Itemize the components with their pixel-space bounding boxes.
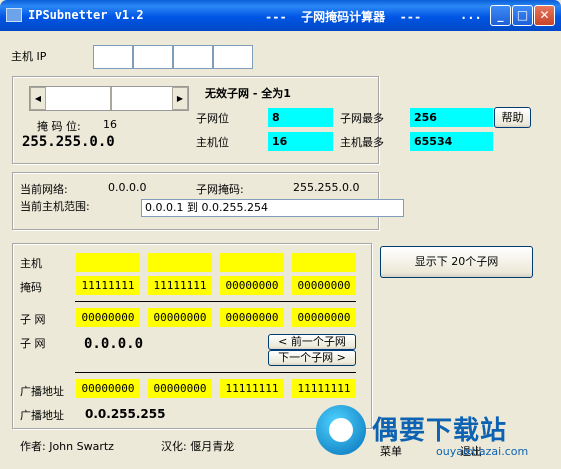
current-network-value: 0.0.0.0 (108, 181, 147, 194)
minimize-button[interactable]: _ (490, 5, 511, 26)
broadcast-ip-label: 广播地址 (20, 409, 64, 422)
subnet-mask-value: 255.255.0.0 (293, 181, 360, 194)
divider-line (75, 301, 356, 302)
host-bits-label: 主机位 (196, 136, 229, 149)
close-button[interactable]: ✕ (534, 5, 555, 26)
max-hosts-value: 65534 (410, 132, 493, 151)
subnet-row-label: 子 网 (20, 313, 46, 326)
subnet-ip-label: 子 网 (20, 337, 46, 350)
max-subnets-label: 子网最多 (340, 112, 384, 125)
host-ip-label: 主机 IP (11, 50, 47, 63)
host-cell-2 (148, 253, 212, 272)
max-hosts-label: 主机最多 (340, 136, 384, 149)
next-subnet-button[interactable]: 下一个子网 > (268, 350, 356, 366)
prev-subnet-button[interactable]: < 前一个子网 (268, 334, 356, 350)
subnet-bits-value: 8 (268, 108, 333, 127)
subnet-mask-label: 子网掩码: (196, 183, 244, 196)
subnet-cell-2: 00000000 (148, 308, 212, 327)
host-row-label: 主机 (20, 257, 42, 270)
broadcast-cell-3: 11111111 (220, 379, 284, 398)
subnet-ip-value: 0.0.0.0 (84, 336, 144, 352)
subnet-cell-4: 00000000 (292, 308, 356, 327)
watermark: 偶要下载站 ouyaoxiazai.com (316, 405, 556, 465)
host-cell-4 (292, 253, 356, 272)
watermark-text: 偶要下载站 (372, 416, 508, 446)
translator-label: 汉化: 偃月青龙 (161, 440, 235, 453)
host-cell-1 (76, 253, 140, 272)
watermark-url: ouyaoxiazai.com (436, 445, 529, 458)
current-network-label: 当前网络: (20, 183, 68, 196)
show-next-subnets-button[interactable]: 显示下 20个子网 (380, 246, 533, 278)
author-label: 作者: John Swartz (20, 440, 114, 453)
divider-line-2 (75, 372, 356, 373)
mask-cell-4: 00000000 (292, 276, 356, 295)
ip-octet-1[interactable] (93, 45, 133, 69)
mask-row-label: 掩码 (20, 281, 42, 294)
title-bar[interactable]: IPSubnetter v1.2 --- 子网掩码计算器 --- ... _ □… (0, 0, 561, 31)
window-title: IPSubnetter v1.2 (28, 8, 144, 22)
host-cell-3 (220, 253, 284, 272)
maximize-button[interactable]: □ (512, 5, 533, 26)
ip-octet-4[interactable] (213, 45, 253, 69)
help-button[interactable]: 帮助 (494, 107, 531, 128)
mask-cell-3: 00000000 (220, 276, 284, 295)
window-title-dots: ... (460, 8, 482, 22)
host-bits-value: 16 (268, 132, 333, 151)
app-icon (6, 8, 22, 22)
subnet-cell-1: 00000000 (76, 308, 140, 327)
mask-cell-2: 11111111 (148, 276, 212, 295)
mask-scrollbar[interactable]: ◀ ▶ (29, 86, 189, 111)
host-range-label: 当前主机范围: (20, 200, 90, 213)
ip-octet-2[interactable] (133, 45, 173, 69)
scroll-right-icon[interactable]: ▶ (172, 87, 188, 110)
host-range-field[interactable]: 0.0.0.1 到 0.0.255.254 (141, 199, 404, 217)
ip-octet-3[interactable] (173, 45, 213, 69)
subnet-bits-label: 子网位 (196, 112, 229, 125)
subnet-cell-3: 00000000 (220, 308, 284, 327)
mask-bits-value: 16 (103, 118, 117, 131)
broadcast-cell-1: 00000000 (76, 379, 140, 398)
mask-bits-label: 掩 码 位: (37, 120, 81, 133)
broadcast-row-label: 广播地址 (20, 385, 64, 398)
watermark-logo-icon (316, 405, 366, 455)
max-subnets-value: 256 (410, 108, 493, 127)
invalid-subnet-heading: 无效子网 - 全为1 (205, 87, 291, 100)
broadcast-cell-4: 11111111 (292, 379, 356, 398)
broadcast-cell-2: 00000000 (148, 379, 212, 398)
broadcast-ip-value: 0.0.255.255 (85, 407, 166, 421)
window-title-center: --- 子网掩码计算器 --- (265, 10, 422, 24)
mask-value: 255.255.0.0 (22, 134, 115, 150)
scroll-thumb[interactable] (110, 87, 112, 110)
mask-cell-1: 11111111 (76, 276, 140, 295)
scroll-left-icon[interactable]: ◀ (30, 87, 46, 110)
